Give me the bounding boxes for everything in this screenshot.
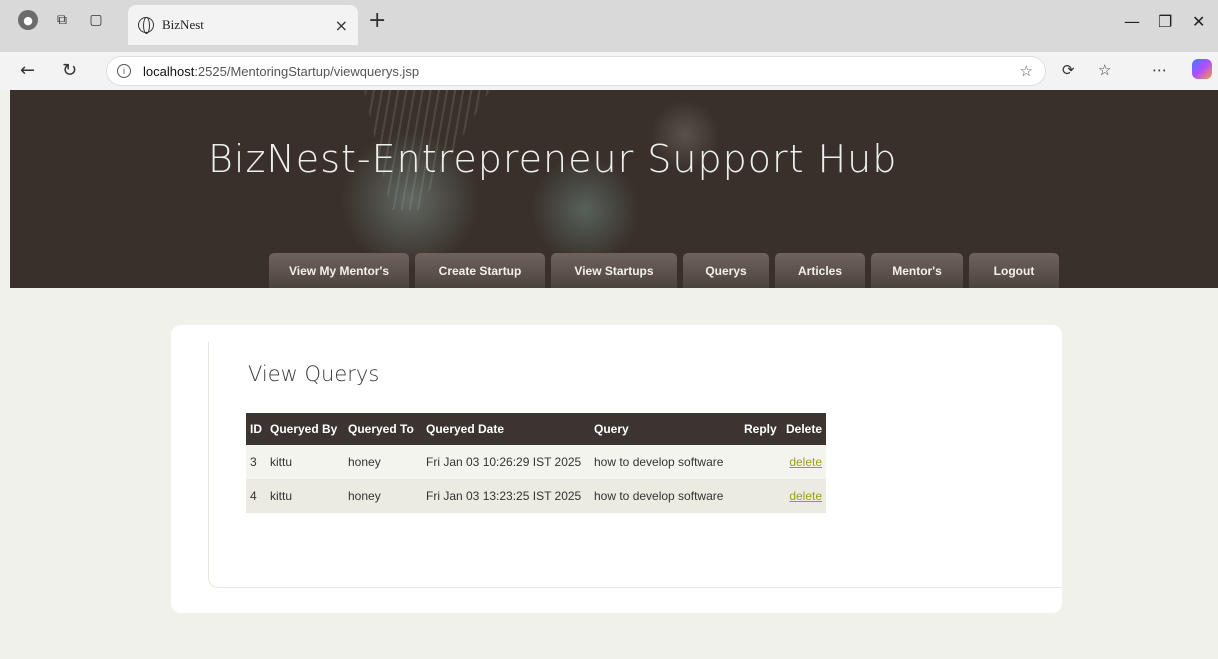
col-delete: Delete [782,413,827,445]
menu-view-my-mentors[interactable]: View My Mentor's [269,253,409,288]
cell-queryed-by: kittu [266,479,344,513]
delete-link[interactable]: delete [789,455,822,469]
main-menu: View My Mentor's Create Startup View Sta… [269,253,1065,288]
profile-icon[interactable]: ● [18,10,38,30]
cell-delete: delete [782,445,827,479]
page-title: View Querys [248,362,380,386]
browser-tab-bar: ● ⧉ ▢ BizNest × + — ❐ ✕ [0,0,1218,52]
col-query: Query [590,413,740,445]
col-reply: Reply [740,413,782,445]
refresh-icon[interactable]: ↻ [62,60,77,81]
querys-table: ID Queryed By Queryed To Queryed Date Qu… [246,413,827,513]
restore-icon[interactable]: ❐ [1158,12,1172,31]
back-icon[interactable]: ← [20,60,35,81]
menu-logout[interactable]: Logout [969,253,1059,288]
col-id: ID [246,413,266,445]
cell-queryed-to: honey [344,445,422,479]
extensions-icon[interactable]: ⟳ [1062,61,1075,79]
cell-delete: delete [782,479,827,513]
cell-queryed-to: honey [344,479,422,513]
url-host: localhost [143,63,195,79]
globe-icon [138,17,154,34]
col-queryed-by: Queryed By [266,413,344,445]
tab-actions-icon[interactable]: ▢ [86,10,106,30]
cell-queryed-date: Fri Jan 03 13:23:25 IST 2025 [422,479,590,513]
cell-queryed-by: kittu [266,445,344,479]
more-menu-icon[interactable]: ⋯ [1152,61,1167,79]
url-bar[interactable]: i localhost:2525/MentoringStartup/viewqu… [106,56,1046,86]
minimize-icon[interactable]: — [1124,12,1140,31]
browser-tab[interactable]: BizNest × [128,5,358,45]
new-tab-icon[interactable]: + [368,8,386,33]
cell-query: how to develop software [590,479,740,513]
favorites-icon[interactable]: ☆ [1098,61,1111,79]
table-row: 4 kittu honey Fri Jan 03 13:23:25 IST 20… [246,479,827,513]
table-header-row: ID Queryed By Queryed To Queryed Date Qu… [246,413,827,445]
cell-id: 3 [246,445,266,479]
cell-reply [740,479,782,513]
col-queryed-date: Queryed Date [422,413,590,445]
menu-view-startups[interactable]: View Startups [551,253,677,288]
workspaces-icon[interactable]: ⧉ [52,10,72,30]
favorite-star-icon[interactable]: ☆ [1020,62,1033,80]
site-header: BizNest-Entrepreneur Support Hub View My… [10,90,1218,288]
menu-create-startup[interactable]: Create Startup [415,253,545,288]
menu-mentors[interactable]: Mentor's [871,253,963,288]
close-tab-icon[interactable]: × [335,16,348,35]
cell-id: 4 [246,479,266,513]
url-path: :2525/MentoringStartup/viewquerys.jsp [194,63,420,79]
cell-queryed-date: Fri Jan 03 10:26:29 IST 2025 [422,445,590,479]
menu-querys[interactable]: Querys [683,253,769,288]
close-window-icon[interactable]: ✕ [1192,12,1205,31]
site-title: BizNest-Entrepreneur Support Hub [208,137,898,181]
menu-articles[interactable]: Articles [775,253,865,288]
site-info-icon[interactable]: i [117,64,131,78]
address-toolbar: ← ↻ i localhost:2525/MentoringStartup/vi… [0,52,1218,90]
table-row: 3 kittu honey Fri Jan 03 10:26:29 IST 20… [246,445,827,479]
cell-reply [740,445,782,479]
cell-query: how to develop software [590,445,740,479]
delete-link[interactable]: delete [789,489,822,503]
col-queryed-to: Queryed To [344,413,422,445]
tab-title: BizNest [162,17,204,32]
copilot-icon[interactable] [1192,59,1212,79]
